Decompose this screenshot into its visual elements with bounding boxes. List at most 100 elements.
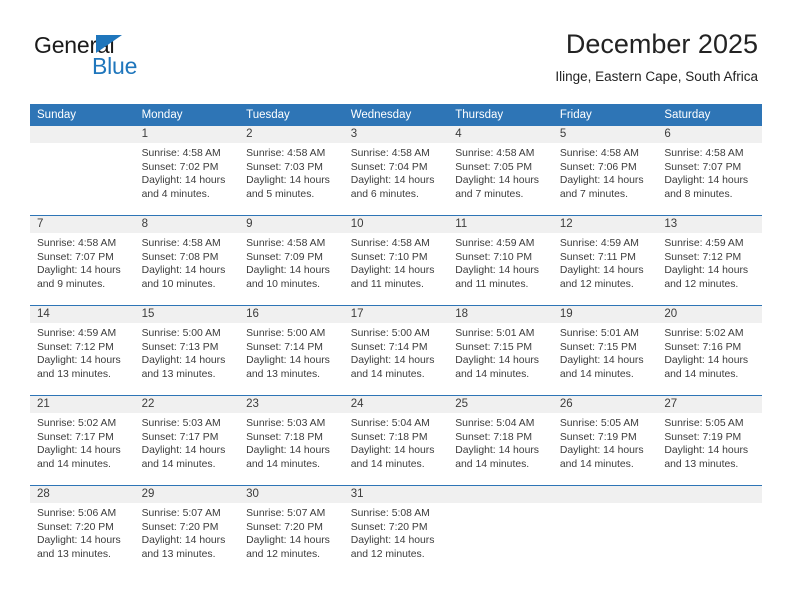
sunset-text: Sunset: 7:09 PM [246, 251, 323, 263]
calendar-day-cell[interactable]: 23 Sunrise: 5:03 AM Sunset: 7:18 PM Dayligh… [239, 395, 344, 486]
daylight-text-line1: Daylight: 14 hours [141, 535, 226, 547]
daylight-text-line2: and 11 minutes. [455, 278, 529, 290]
daylight-text-line1: Daylight: 14 hours [455, 175, 539, 187]
calendar-day-cell[interactable]: 22 Sunrise: 5:03 AM Sunset: 7:17 PM Dayligh… [134, 395, 240, 486]
calendar-day-cell[interactable]: 10 Sunrise: 4:58 AM Sunset: 7:10 PM Dayligh… [343, 215, 449, 306]
daylight-text-line1: Daylight: 14 hours [350, 355, 435, 367]
calendar-day-cell[interactable]: 26 Sunrise: 5:05 AM Sunset: 7:19 PM Dayligh… [552, 395, 658, 486]
calendar-day-cell[interactable]: 16 Sunrise: 5:00 AM Sunset: 7:14 PM Dayligh… [239, 305, 344, 396]
day-sun-info: Sunrise: 4:59 AM Sunset: 7:12 PM Daylight:… [30, 323, 135, 381]
general-blue-logo[interactable]: General Blue [34, 32, 234, 88]
calendar-day-cell[interactable]: 8 Sunrise: 4:58 AM Sunset: 7:08 PM Daylight… [134, 215, 240, 306]
sunrise-text: Sunrise: 4:58 AM [350, 148, 430, 159]
sunrise-text: Sunrise: 4:58 AM [246, 238, 326, 249]
calendar-day-cell[interactable]: 15 Sunrise: 5:00 AM Sunset: 7:13 PM Dayligh… [134, 305, 240, 396]
calendar-day-cell[interactable]: 2 Sunrise: 4:58 AM Sunset: 7:03 PM Daylight… [239, 126, 344, 216]
day-number: 18 [448, 306, 553, 323]
daylight-text-line2: and 14 minutes. [559, 458, 634, 470]
calendar-day-cell[interactable]: 30 Sunrise: 5:07 AM Sunset: 7:20 PM Dayligh… [239, 485, 344, 575]
day-sun-info: Sunrise: 4:59 AM Sunset: 7:10 PM Daylight:… [448, 233, 553, 291]
calendar-week-row: 1 Sunrise: 4:58 AM Sunset: 7:02 PM Daylight… [30, 126, 762, 216]
day-number: 29 [134, 486, 240, 503]
day-number: 12 [552, 216, 658, 233]
weekday-header-friday: Friday [552, 104, 658, 126]
calendar-day-cell[interactable]: 7 Sunrise: 4:58 AM Sunset: 7:07 PM Daylight… [30, 215, 135, 306]
day-sun-info: Sunrise: 4:58 AM Sunset: 7:10 PM Daylight:… [344, 233, 449, 291]
daylight-text-line2: and 13 minutes. [141, 548, 216, 560]
day-number [657, 486, 762, 503]
sunrise-text: Sunrise: 4:59 AM [664, 238, 744, 249]
calendar-day-cell[interactable]: 25 Sunrise: 5:04 AM Sunset: 7:18 PM Dayligh… [448, 395, 553, 486]
sunset-text: Sunset: 7:14 PM [246, 341, 323, 353]
calendar-day-cell[interactable]: 20 Sunrise: 5:02 AM Sunset: 7:16 PM Dayligh… [657, 305, 762, 396]
sunrise-text: Sunrise: 4:58 AM [246, 148, 326, 159]
sunset-text: Sunset: 7:15 PM [559, 341, 637, 353]
calendar-day-cell[interactable]: 28 Sunrise: 5:06 AM Sunset: 7:20 PM Dayligh… [30, 485, 135, 575]
day-sun-info: Sunrise: 4:59 AM Sunset: 7:11 PM Daylight:… [553, 233, 658, 291]
calendar-day-cell-empty [448, 485, 553, 575]
day-number: 3 [343, 126, 449, 143]
calendar-day-cell[interactable]: 27 Sunrise: 5:05 AM Sunset: 7:19 PM Dayligh… [657, 395, 762, 486]
sunrise-text: Sunrise: 5:03 AM [246, 418, 326, 429]
calendar-day-cell[interactable]: 21 Sunrise: 5:02 AM Sunset: 7:17 PM Dayligh… [30, 395, 135, 486]
logo-triangle-icon [96, 35, 122, 53]
calendar-day-cell[interactable]: 14 Sunrise: 4:59 AM Sunset: 7:12 PM Dayligh… [30, 305, 135, 396]
calendar-table: Sunday Monday Tuesday Wednesday Thursday… [30, 104, 762, 575]
sunrise-text: Sunrise: 5:02 AM [37, 418, 117, 429]
day-number [30, 126, 135, 143]
sunrise-text: Sunrise: 5:07 AM [141, 508, 221, 519]
day-sun-info: Sunrise: 5:03 AM Sunset: 7:17 PM Daylight:… [135, 413, 240, 471]
calendar-day-cell[interactable]: 5 Sunrise: 4:58 AM Sunset: 7:06 PM Daylight… [552, 126, 658, 216]
day-number: 9 [239, 216, 344, 233]
calendar-day-cell[interactable]: 17 Sunrise: 5:00 AM Sunset: 7:14 PM Dayligh… [343, 305, 449, 396]
day-sun-info: Sunrise: 5:04 AM Sunset: 7:18 PM Daylight:… [344, 413, 449, 471]
sunset-text: Sunset: 7:07 PM [37, 251, 114, 263]
day-number: 15 [134, 306, 240, 323]
daylight-text-line1: Daylight: 14 hours [37, 265, 121, 277]
calendar-day-cell[interactable]: 6 Sunrise: 4:58 AM Sunset: 7:07 PM Daylight… [657, 126, 762, 216]
calendar-day-cell[interactable]: 12 Sunrise: 4:59 AM Sunset: 7:11 PM Dayligh… [552, 215, 658, 306]
daylight-text-line1: Daylight: 14 hours [664, 445, 749, 457]
sunset-text: Sunset: 7:18 PM [455, 431, 533, 443]
sunset-text: Sunset: 7:20 PM [246, 521, 323, 533]
calendar-day-cell-empty [552, 485, 658, 575]
logo-text-blue: Blue [92, 53, 138, 79]
title-block: December 2025 Ilinge, Eastern Cape, Sout… [555, 28, 758, 87]
daylight-text-line2: and 11 minutes. [350, 278, 424, 290]
calendar-day-cell[interactable]: 11 Sunrise: 4:59 AM Sunset: 7:10 PM Dayligh… [448, 215, 553, 306]
calendar-day-cell[interactable]: 4 Sunrise: 4:58 AM Sunset: 7:05 PM Daylight… [448, 126, 553, 216]
calendar-day-cell[interactable]: 24 Sunrise: 5:04 AM Sunset: 7:18 PM Dayligh… [343, 395, 449, 486]
calendar-day-cell[interactable]: 19 Sunrise: 5:01 AM Sunset: 7:15 PM Dayligh… [552, 305, 658, 396]
calendar-day-cell[interactable]: 3 Sunrise: 4:58 AM Sunset: 7:04 PM Daylight… [343, 126, 449, 216]
sunset-text: Sunset: 7:11 PM [559, 251, 636, 263]
sunrise-text: Sunrise: 5:01 AM [455, 328, 535, 339]
day-number: 16 [239, 306, 344, 323]
day-number: 6 [657, 126, 762, 143]
day-number: 11 [448, 216, 553, 233]
daylight-text-line2: and 12 minutes. [246, 548, 321, 560]
daylight-text-line1: Daylight: 14 hours [246, 355, 330, 367]
calendar-day-cell[interactable]: 31 Sunrise: 5:08 AM Sunset: 7:20 PM Dayligh… [343, 485, 449, 575]
sunrise-text: Sunrise: 5:05 AM [559, 418, 639, 429]
daylight-text-line2: and 14 minutes. [559, 368, 634, 380]
day-number: 30 [239, 486, 344, 503]
daylight-text-line1: Daylight: 14 hours [455, 445, 539, 457]
daylight-text-line2: and 7 minutes. [455, 188, 524, 200]
calendar-day-cell[interactable]: 1 Sunrise: 4:58 AM Sunset: 7:02 PM Daylight… [134, 126, 240, 216]
daylight-text-line1: Daylight: 14 hours [141, 445, 226, 457]
calendar-day-cell[interactable]: 18 Sunrise: 5:01 AM Sunset: 7:15 PM Dayligh… [448, 305, 553, 396]
calendar-week-row: 21 Sunrise: 5:02 AM Sunset: 7:17 PM Dayligh… [30, 395, 762, 486]
daylight-text-line2: and 12 minutes. [350, 548, 425, 560]
daylight-text-line2: and 13 minutes. [141, 368, 216, 380]
calendar-day-cell[interactable]: 13 Sunrise: 4:59 AM Sunset: 7:12 PM Dayligh… [657, 215, 762, 306]
day-number: 13 [657, 216, 762, 233]
day-sun-info: Sunrise: 5:06 AM Sunset: 7:20 PM Daylight:… [30, 503, 135, 561]
calendar-header-row: Sunday Monday Tuesday Wednesday Thursday… [30, 104, 762, 126]
daylight-text-line1: Daylight: 14 hours [141, 355, 226, 367]
calendar-day-cell[interactable]: 29 Sunrise: 5:07 AM Sunset: 7:20 PM Dayligh… [134, 485, 240, 575]
day-sun-info: Sunrise: 5:01 AM Sunset: 7:15 PM Daylight:… [553, 323, 658, 381]
day-sun-info: Sunrise: 4:58 AM Sunset: 7:07 PM Daylight:… [657, 143, 762, 201]
daylight-text-line2: and 14 minutes. [37, 458, 111, 470]
day-sun-info: Sunrise: 4:58 AM Sunset: 7:03 PM Daylight:… [239, 143, 344, 201]
calendar-day-cell[interactable]: 9 Sunrise: 4:58 AM Sunset: 7:09 PM Daylight… [239, 215, 344, 306]
